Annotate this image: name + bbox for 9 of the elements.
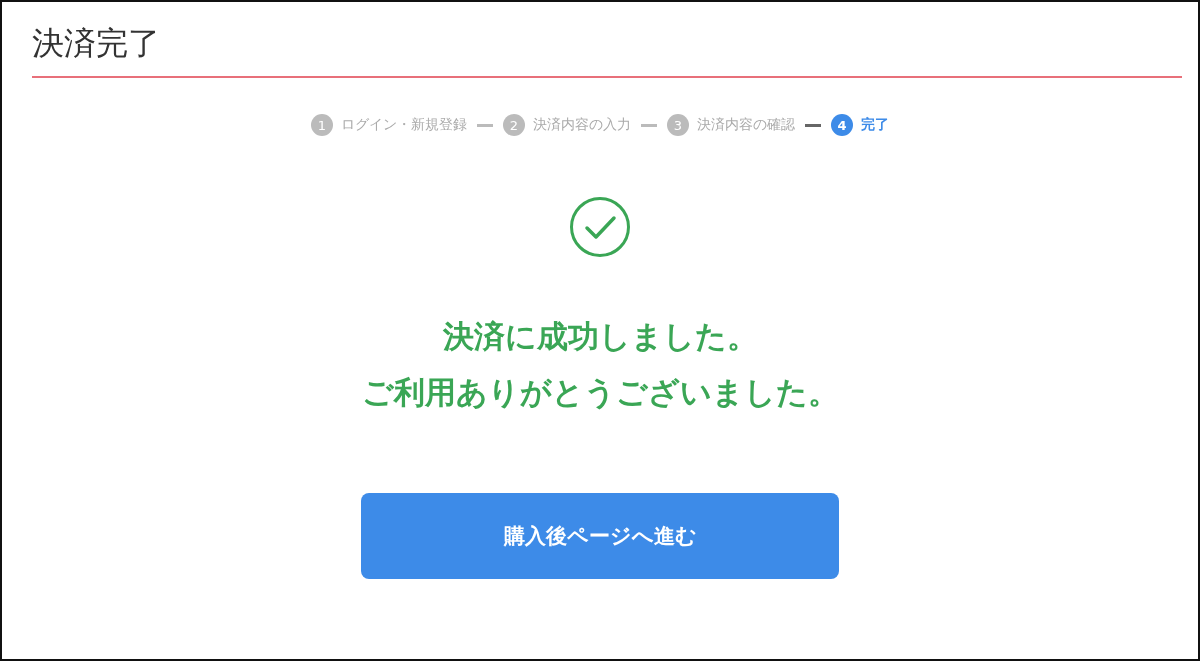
progress-step: 3 決済内容の確認 [667,114,795,137]
success-message: ご利用ありがとうございました。 [361,373,839,411]
success-message: 決済に成功しました。 [442,318,758,356]
progress-step: 4 完了 [831,114,889,137]
proceed-button[interactable]: 購入後ページへ進む [361,492,839,579]
page-title: 決済完了 [32,24,161,63]
check-circle-icon [569,196,631,259]
progress-step: 1 ログイン・新規登録 [311,114,467,137]
progress-step: 2 決済内容の入力 [503,114,631,137]
